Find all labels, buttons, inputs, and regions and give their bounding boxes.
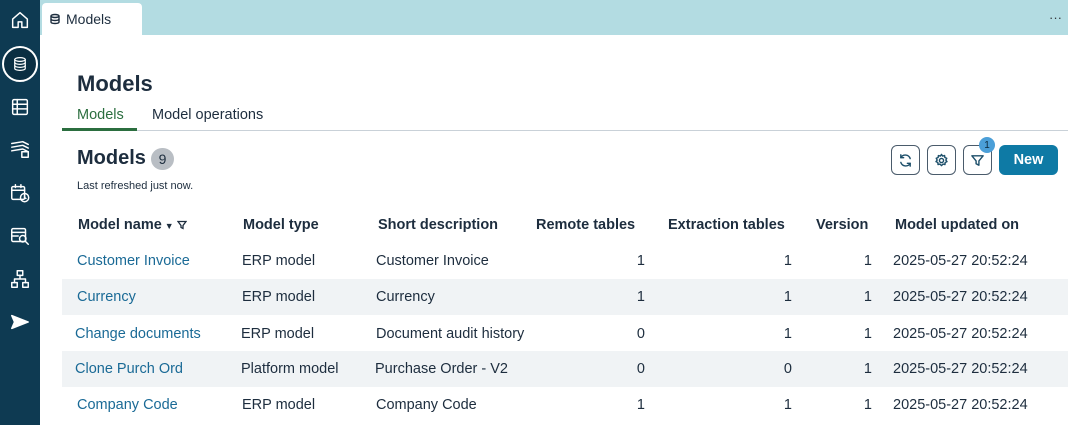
extraction-tables-cell: 1 [783, 289, 792, 305]
model-name-link[interactable]: Currency [77, 289, 136, 305]
active-tab-underline [62, 128, 137, 131]
column-header-extraction-tables[interactable]: Extraction tables [668, 217, 785, 233]
refresh-icon [900, 153, 911, 167]
model-updated-on-cell: 2025-05-27 20:52:24 [893, 326, 1028, 342]
model-type-cell: ERP model [242, 397, 316, 413]
table-row[interactable]: Change documents ERP model Document audi… [62, 316, 1068, 352]
remote-tables-cell: 0 [636, 361, 645, 377]
remote-tables-cell: 1 [636, 289, 645, 305]
table-row[interactable]: Customer Invoice ERP model Customer Invo… [62, 243, 1068, 279]
extraction-tables-cell: 1 [783, 326, 792, 342]
table-icon[interactable] [0, 89, 40, 125]
database-icon[interactable] [0, 46, 40, 82]
more-options-icon[interactable]: ··· [1049, 10, 1062, 25]
column-header-short-description[interactable]: Short description [378, 217, 498, 233]
model-name-link[interactable]: Clone Purch Ord [75, 361, 183, 377]
short-description-cell: Currency [376, 289, 435, 305]
short-description-cell: Customer Invoice [376, 253, 489, 269]
column-filter-icon[interactable] [174, 217, 188, 233]
extraction-tables-cell: 1 [783, 397, 792, 413]
refresh-button[interactable] [891, 145, 920, 175]
layers-icon[interactable] [0, 131, 40, 167]
model-name-link[interactable]: Customer Invoice [77, 253, 190, 269]
section-title: Models [77, 147, 146, 169]
short-description-cell: Purchase Order - V2 [375, 361, 508, 377]
send-icon[interactable] [0, 304, 40, 340]
home-icon[interactable] [0, 2, 40, 38]
model-type-cell: Platform model [241, 361, 339, 377]
tab-bar: Models ··· [40, 0, 1068, 35]
remote-tables-cell: 1 [636, 397, 645, 413]
version-cell: 1 [863, 289, 872, 305]
gear-icon [935, 153, 948, 166]
model-updated-on-cell: 2025-05-27 20:52:24 [893, 361, 1028, 377]
model-type-cell: ERP model [242, 253, 316, 269]
version-cell: 1 [863, 326, 872, 342]
short-description-cell: Company Code [376, 397, 477, 413]
model-updated-on-cell: 2025-05-27 20:52:24 [893, 253, 1028, 269]
left-nav-rail [0, 0, 40, 425]
remote-tables-cell: 1 [636, 253, 645, 269]
calendar-clock-icon[interactable] [0, 175, 40, 211]
sub-tab-bar: Models Model operations [62, 100, 1068, 131]
last-refreshed-text: Last refreshed just now. [77, 180, 194, 192]
version-cell: 1 [863, 361, 872, 377]
model-name-link[interactable]: Company Code [77, 397, 178, 413]
model-name-link[interactable]: Change documents [75, 326, 201, 342]
column-header-model-name[interactable]: Model name ▼ [78, 217, 188, 233]
tab-model-operations[interactable]: Model operations [152, 107, 263, 123]
column-header-version[interactable]: Version [816, 217, 868, 233]
model-type-cell: ERP model [242, 289, 316, 305]
short-description-cell: Document audit history [376, 326, 525, 342]
column-header-model-updated-on[interactable]: Model updated on [895, 217, 1019, 233]
column-header-remote-tables[interactable]: Remote tables [536, 217, 635, 233]
table-row[interactable]: Company Code ERP model Company Code 1 1 … [62, 387, 1068, 423]
table-row[interactable]: Clone Purch Ord Platform model Purchase … [62, 351, 1068, 387]
page-title: Models [77, 71, 153, 96]
table-search-icon[interactable] [0, 218, 40, 254]
model-type-cell: ERP model [241, 326, 315, 342]
extraction-tables-cell: 0 [783, 361, 792, 377]
table-row[interactable]: Currency ERP model Currency 1 1 1 2025-0… [62, 279, 1068, 315]
count-badge: 9 [151, 148, 174, 170]
tab-label: Models [66, 11, 112, 27]
tab-models-list[interactable]: Models [77, 107, 124, 123]
tab-models[interactable]: Models [42, 3, 142, 35]
new-button[interactable]: New [999, 145, 1058, 175]
table-header: Model name ▼ Model type Short description… [62, 208, 1068, 242]
version-cell: 1 [863, 397, 872, 413]
remote-tables-cell: 0 [636, 326, 645, 342]
sort-descending-icon[interactable]: ▼ [165, 221, 174, 231]
column-header-model-type[interactable]: Model type [243, 217, 319, 233]
settings-button[interactable] [927, 145, 956, 175]
filter-icon [971, 154, 984, 166]
model-updated-on-cell: 2025-05-27 20:52:24 [893, 397, 1028, 413]
extraction-tables-cell: 1 [783, 253, 792, 269]
hierarchy-icon[interactable] [0, 261, 40, 297]
model-updated-on-cell: 2025-05-27 20:52:24 [893, 289, 1028, 305]
version-cell: 1 [863, 253, 872, 269]
filter-count-badge: 1 [979, 137, 995, 153]
database-small-icon [50, 13, 60, 25]
